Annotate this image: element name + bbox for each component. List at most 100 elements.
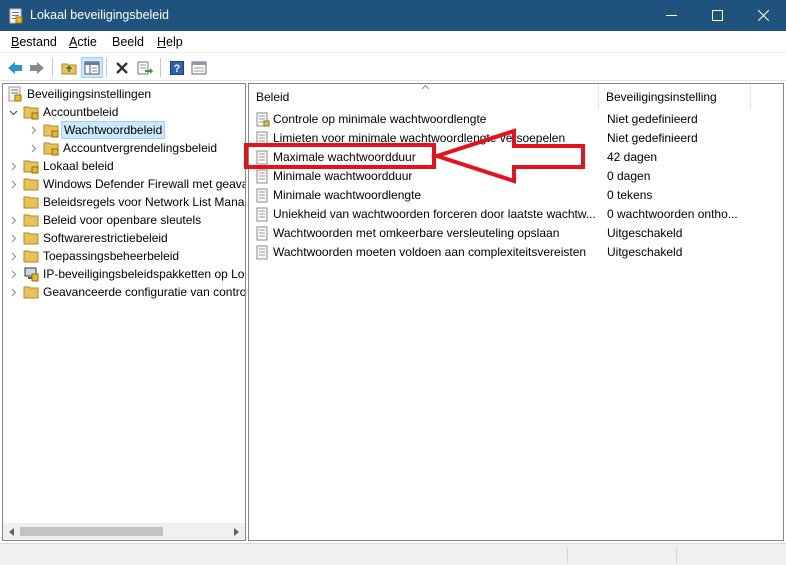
status-bar xyxy=(0,543,786,565)
tree-label: Windows Defender Firewall met geava xyxy=(43,177,246,191)
folder-lock-icon xyxy=(23,160,39,174)
list-item[interactable]: Uniekheid van wachtwoorden forceren door… xyxy=(249,205,783,224)
menu-beeld[interactable]: Beeld xyxy=(112,35,144,49)
folder-icon xyxy=(23,178,39,191)
tree-pane[interactable]: Beveiligingsinstellingen Accountbeleid W… xyxy=(2,83,246,541)
policy-item-icon xyxy=(256,188,268,203)
tree-label: Accountbeleid xyxy=(43,105,119,119)
back-arrow-icon xyxy=(8,61,22,74)
close-icon xyxy=(757,10,769,21)
folder-icon xyxy=(23,214,39,227)
expand-chevron-icon[interactable] xyxy=(7,265,19,283)
expand-chevron-icon[interactable] xyxy=(7,283,19,301)
column-header-beleid[interactable]: Beleid xyxy=(249,84,599,110)
window-title: Lokaal beveiligingsbeleid xyxy=(30,8,169,22)
maximize-button[interactable] xyxy=(694,0,740,31)
collapse-chevron-icon[interactable] xyxy=(7,103,19,121)
folder-lock-icon xyxy=(23,106,39,120)
tree-label: Accountvergrendelingsbeleid xyxy=(63,141,218,155)
properties-button[interactable] xyxy=(188,57,210,78)
policy-item-icon xyxy=(256,207,268,222)
scroll-left-icon[interactable] xyxy=(3,523,20,540)
menu-bar: Bestand Actie Beeld Help xyxy=(0,31,786,53)
list-item[interactable]: Limieten voor minimale wachtwoordlengte … xyxy=(249,129,783,148)
scroll-right-icon[interactable] xyxy=(228,523,245,540)
tree-item-network-list[interactable]: Beleidsregels voor Network List Mana xyxy=(3,193,245,211)
tree-item-firewall[interactable]: Windows Defender Firewall met geava xyxy=(3,175,245,193)
status-divider xyxy=(676,547,677,563)
expand-chevron-icon[interactable] xyxy=(7,229,19,247)
up-one-level-button[interactable] xyxy=(58,57,80,78)
list-item[interactable]: Minimale wachtwoordduur 0 dagen xyxy=(249,167,783,186)
minimize-icon xyxy=(665,15,677,16)
export-list-icon xyxy=(137,61,153,74)
policy-item-icon xyxy=(256,169,268,184)
policy-item-icon xyxy=(256,226,268,241)
close-button[interactable] xyxy=(740,0,786,31)
tree-item-accountvergrendelingsbeleid[interactable]: Accountvergrendelingsbeleid xyxy=(3,139,245,157)
policy-item-icon xyxy=(256,131,268,146)
folder-icon xyxy=(23,196,39,209)
menu-actie[interactable]: Actie xyxy=(69,35,97,49)
tree-item-software-restriction[interactable]: Softwarerestrictiebeleid xyxy=(3,229,245,247)
show-hide-tree-button[interactable] xyxy=(81,57,103,78)
list-item[interactable]: Controle op minimale wachtwoordlengte Ni… xyxy=(249,110,783,129)
expand-chevron-icon[interactable] xyxy=(27,139,39,157)
policy-list-pane[interactable]: Beleid Beveiligingsinstelling Controle o… xyxy=(248,83,784,541)
expand-chevron-icon[interactable] xyxy=(7,211,19,229)
tree-item-ipsec[interactable]: IP-beveiligingsbeleidspakketten op Lo xyxy=(3,265,245,283)
up-folder-icon xyxy=(61,63,77,74)
delete-button[interactable] xyxy=(111,57,133,78)
tree-label: Lokaal beleid xyxy=(43,159,114,173)
tree-label: Toepassingsbeheerbeleid xyxy=(43,249,180,263)
status-divider xyxy=(567,547,568,563)
folder-lock-icon xyxy=(43,142,59,156)
tree-item-advanced-audit[interactable]: Geavanceerde configuratie van contro xyxy=(3,283,245,301)
tree-item-accountbeleid[interactable]: Accountbeleid xyxy=(3,103,245,121)
list-item[interactable]: Wachtwoorden met omkeerbare versleutelin… xyxy=(249,224,783,243)
title-bar: Lokaal beveiligingsbeleid xyxy=(0,0,786,31)
folder-lock-icon xyxy=(43,124,59,138)
show-hide-tree-icon xyxy=(84,61,100,74)
expand-chevron-icon[interactable] xyxy=(7,175,19,193)
folder-icon xyxy=(23,286,39,299)
toolbar: ? xyxy=(0,54,786,81)
column-header-beveiligingsinstelling[interactable]: Beveiligingsinstelling xyxy=(599,84,751,110)
forward-button[interactable] xyxy=(26,57,48,78)
svg-text:?: ? xyxy=(174,63,181,75)
tree-label: Softwarerestrictiebeleid xyxy=(43,231,168,245)
sort-ascending-icon xyxy=(421,84,430,90)
help-button[interactable]: ? xyxy=(166,57,188,78)
policy-item-icon xyxy=(256,112,270,127)
tree-label: Geavanceerde configuratie van contro xyxy=(43,285,246,299)
menu-help[interactable]: Help xyxy=(157,35,183,49)
tree-horizontal-scrollbar[interactable] xyxy=(3,523,245,540)
export-list-button[interactable] xyxy=(134,57,156,78)
tree-item-public-keys[interactable]: Beleid voor openbare sleutels xyxy=(3,211,245,229)
folder-icon xyxy=(23,250,39,263)
tree-item-wachtwoordbeleid[interactable]: Wachtwoordbeleid xyxy=(3,121,245,139)
back-button[interactable] xyxy=(4,57,26,78)
tree-label: Beveiligingsinstellingen xyxy=(27,87,152,101)
maximize-icon xyxy=(711,10,723,21)
menu-bestand[interactable]: Bestand xyxy=(11,35,57,49)
scrollbar-thumb[interactable] xyxy=(20,527,163,536)
toolbar-separator xyxy=(160,58,161,77)
toolbar-separator xyxy=(52,58,53,77)
list-item[interactable]: Minimale wachtwoordlengte 0 tekens xyxy=(249,186,783,205)
tree-item-root[interactable]: Beveiligingsinstellingen xyxy=(3,85,245,103)
toolbar-separator xyxy=(106,58,107,77)
tree-item-lokaal-beleid[interactable]: Lokaal beleid xyxy=(3,157,245,175)
list-item-highlighted[interactable]: Maximale wachtwoordduur 42 dagen xyxy=(249,148,783,167)
delete-icon xyxy=(116,61,128,74)
list-item[interactable]: Wachtwoorden moeten voldoen aan complexi… xyxy=(249,243,783,262)
minimize-button[interactable] xyxy=(648,0,694,31)
tree-item-app-control[interactable]: Toepassingsbeheerbeleid xyxy=(3,247,245,265)
expand-chevron-icon[interactable] xyxy=(7,247,19,265)
tree-label-selected: Wachtwoordbeleid xyxy=(61,121,166,139)
network-computer-lock-icon xyxy=(24,267,39,282)
expand-chevron-icon[interactable] xyxy=(7,157,19,175)
policy-item-icon xyxy=(256,150,268,165)
expand-chevron-icon[interactable] xyxy=(27,121,39,139)
security-policy-app-icon xyxy=(9,8,23,24)
